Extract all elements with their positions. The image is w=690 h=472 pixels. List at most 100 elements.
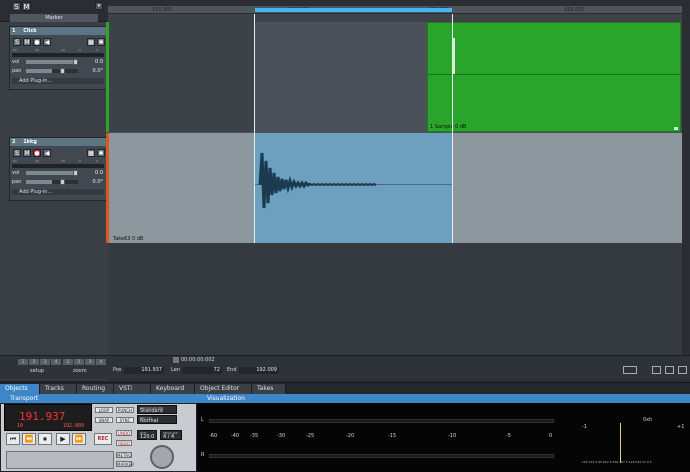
play-button[interactable]: ▶ (56, 433, 70, 445)
pan-slider[interactable] (26, 179, 78, 185)
track-title-2[interactable]: 2 1kkg (10, 138, 106, 146)
record-arm-button[interactable]: ● (33, 149, 41, 157)
pan-label: pan (12, 68, 22, 74)
monitor-icon[interactable]: ◀ (43, 149, 51, 157)
frequency-labels: 150 157 5 95 612 5 556 167 5 116 522 57 … (582, 460, 652, 464)
record-arm-button[interactable]: ● (33, 38, 41, 46)
record-button[interactable]: REC (94, 433, 112, 445)
zoom-label: zoom (73, 368, 87, 374)
zoom-v-icon[interactable] (665, 366, 674, 374)
track-name[interactable]: 1kkg (23, 139, 37, 145)
loop-button[interactable]: LOOP (95, 407, 113, 413)
tab-objects[interactable]: Objects ✕ (0, 384, 40, 402)
selection-start-line[interactable] (254, 14, 255, 243)
pan-slider[interactable] (26, 68, 78, 74)
automation-icon[interactable]: ▦ (87, 149, 95, 157)
track-color-stripe (106, 22, 109, 132)
meter-scale: -60 -40 -18 -6 0 (12, 48, 98, 52)
solo-all-button[interactable]: S (12, 2, 21, 11)
undo-button[interactable]: UNDO (116, 430, 132, 436)
measure-field[interactable]: MEASURE 4 / 4 (160, 430, 182, 440)
automation-icon[interactable]: ▦ (87, 38, 95, 46)
position-display[interactable]: 191.937 10 192.009 (4, 404, 92, 431)
marker-track-label[interactable]: Marker (10, 14, 98, 22)
zoom-h-icon[interactable] (652, 366, 661, 374)
effects-icon[interactable]: ✱ (97, 38, 105, 46)
tab-object-editor[interactable]: Object Editor (195, 384, 252, 394)
vertical-scrollbar[interactable] (682, 0, 690, 380)
len-value-field[interactable]: 72 (182, 367, 222, 374)
menu-icon[interactable]: ▾ (95, 2, 103, 10)
clip-label: Take63 0 dB (113, 236, 144, 242)
tab-takes[interactable]: Takes (252, 384, 286, 394)
zoom-all-icon[interactable] (678, 366, 687, 374)
selection-end-line[interactable] (452, 14, 453, 243)
redo-button[interactable]: REDO (116, 440, 132, 446)
track-header-1[interactable]: 1 Click S M ● ◀ ▦ ✱ -60 -40 -18 -6 0 vol… (9, 26, 107, 90)
empty-arrange-space[interactable] (108, 243, 682, 355)
setup-slot-button[interactable]: 1 (18, 359, 28, 365)
right-level-meter (209, 454, 554, 458)
phase-right-label: +1 (677, 424, 685, 430)
zoom-slot-button[interactable]: 3 (85, 359, 95, 365)
track-name[interactable]: Click (23, 28, 36, 34)
tab-keyboard[interactable]: Keyboard (151, 384, 195, 394)
click-waveform (453, 38, 455, 74)
volume-slider[interactable] (26, 59, 78, 65)
marker-lane[interactable] (108, 14, 682, 22)
track-header-2[interactable]: 2 1kkg S M ● ◀ ▦ ✱ -60 -40 -18 -6 0 vol … (9, 137, 107, 201)
selection-range (255, 22, 452, 132)
rewind-to-start-button[interactable]: ⏮ (6, 433, 20, 445)
right-channel-label: R (201, 452, 205, 458)
add-plugin-button[interactable]: Add Plug-in... (12, 78, 104, 84)
snap-button[interactable]: SNAP (95, 417, 113, 423)
track-mute-button[interactable]: M (23, 149, 31, 157)
effects-icon[interactable]: ✱ (97, 149, 105, 157)
zoom-fit-icon[interactable] (623, 366, 637, 374)
zoom-slot-button[interactable]: 1 (63, 359, 73, 365)
vol-value: 0.0 (95, 59, 103, 65)
position-readout: 191.937 (19, 410, 66, 423)
audio-clip-click[interactable]: 1 Sample 0 dB (427, 22, 681, 132)
metronome-button[interactable]: METRO (116, 452, 132, 458)
phase-indicator (620, 423, 621, 463)
fast-forward-button[interactable]: ⏩ (72, 433, 86, 445)
take-clip-left[interactable]: Take63 0 dB (108, 133, 255, 243)
track-solo-button[interactable]: S (13, 38, 21, 46)
bpm-field[interactable]: BPM 120.0 (137, 430, 157, 440)
track-mute-button[interactable]: M (23, 38, 31, 46)
sync-button[interactable]: SYNC (116, 417, 134, 423)
record-mode-select[interactable]: RECORD MODE Standard (137, 405, 177, 414)
volume-slider[interactable] (26, 170, 78, 176)
punch-button[interactable]: PUNCH (116, 407, 134, 413)
zoom-slot-button[interactable]: 2 (74, 359, 84, 365)
tab-vsti[interactable]: VSTi (114, 384, 151, 394)
monitor-icon[interactable]: ◀ (43, 38, 51, 46)
add-plugin-button[interactable]: Add Plug-in... (12, 189, 104, 195)
setup-slot-button[interactable]: 3 (40, 359, 50, 365)
track-solo-button[interactable]: S (13, 149, 21, 157)
tab-tracks[interactable]: Tracks (40, 384, 77, 394)
marker-buttons-row[interactable] (6, 451, 114, 469)
setup-slot-button[interactable]: 2 (29, 359, 39, 365)
clip-resize-handle[interactable] (674, 127, 678, 130)
clip-label: 1 Sample 0 dB (430, 124, 467, 130)
setup-slot-button[interactable]: 4 (51, 359, 61, 365)
stop-button[interactable]: ⏹ (38, 433, 52, 445)
end-value-field[interactable]: 192.009 (239, 367, 279, 374)
marker-button[interactable]: MARKER (116, 461, 134, 467)
pos-label: Pos (113, 367, 122, 373)
visualization-panel-title: Visualization (197, 394, 690, 403)
tab-routing[interactable]: Routing (77, 384, 114, 394)
pos-value-field[interactable]: 191.937 (124, 367, 164, 374)
mute-all-button[interactable]: M (22, 2, 31, 11)
loop-range-bar[interactable] (255, 8, 452, 12)
audio-clip-take[interactable] (255, 133, 452, 243)
zoom-slot-button[interactable]: 4 (96, 359, 106, 365)
track-title-1[interactable]: 1 Click (10, 27, 106, 35)
rewind-button[interactable]: ⏪ (22, 433, 36, 445)
docker-tabs: Objects ✕ Tracks Routing VSTi Keyboard O… (0, 382, 690, 402)
pan-label: pan (12, 179, 22, 185)
rec-sel-select[interactable]: REC SEL Normal (137, 415, 177, 424)
jog-wheel[interactable] (150, 445, 174, 469)
